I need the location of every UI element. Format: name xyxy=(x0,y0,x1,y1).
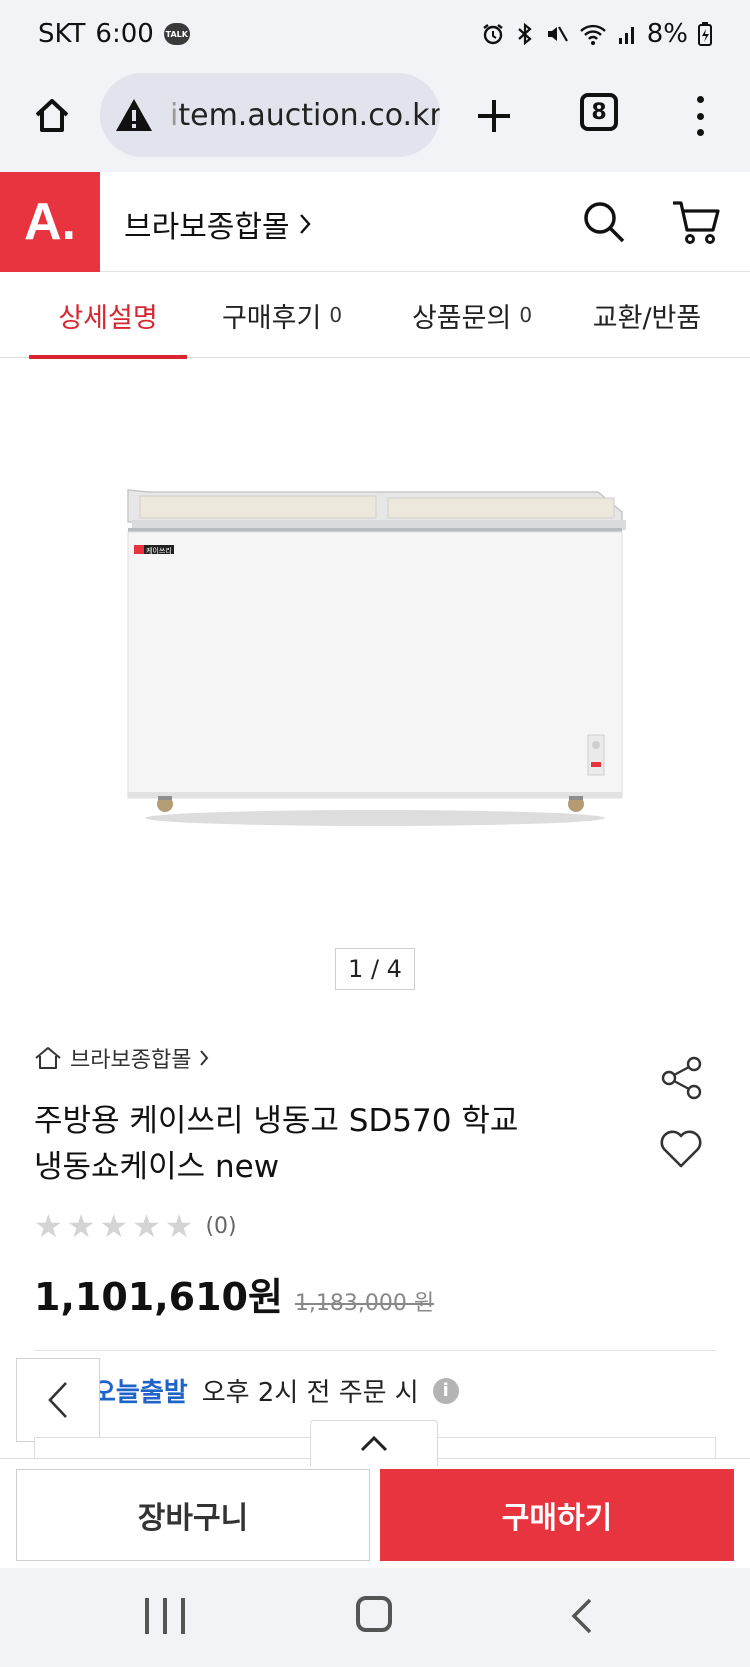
tab-label: 구매후기 xyxy=(221,302,322,334)
tab-qna[interactable]: 상품문의 0 xyxy=(377,272,567,358)
url-text[interactable]: item.auction.co.kr xyxy=(170,98,440,133)
product-title-line: 주방용 케이쓰리 냉동고 SD570 학교 xyxy=(34,1103,519,1139)
store-breadcrumb[interactable]: 브라보종합몰 xyxy=(34,1042,209,1074)
browser-home-button[interactable] xyxy=(24,88,80,144)
back-nav-icon[interactable] xyxy=(568,1596,598,1636)
carrier: SKT xyxy=(38,19,86,49)
expand-options-handle[interactable] xyxy=(310,1420,438,1466)
shipping-condition: 오후 2시 전 주문 시 xyxy=(201,1378,419,1408)
kakaotalk-notification-icon: TALK xyxy=(163,23,190,45)
store-name: 브라보종합몰 xyxy=(124,210,290,245)
battery-charging-icon xyxy=(698,22,712,46)
wifi-icon xyxy=(579,24,606,45)
store-link[interactable]: 브라보종합몰 xyxy=(124,202,312,246)
home-nav-icon[interactable] xyxy=(356,1596,392,1632)
cart-icon[interactable] xyxy=(670,198,722,246)
price-row: 1,101,610원 1,183,000 원 xyxy=(34,1266,434,1321)
battery-percent: 8% xyxy=(646,19,688,49)
bluetooth-icon xyxy=(518,22,532,46)
product-tabs: 상세설명 구매후기 0 상품문의 0 교환/반품 xyxy=(0,272,750,359)
auction-logo[interactable]: A. xyxy=(0,172,100,272)
tab-label: 상품문의 xyxy=(411,302,512,334)
rating: ★ ★ ★ ★ ★ (0) xyxy=(34,1210,237,1242)
more-menu-icon[interactable] xyxy=(680,92,720,140)
divider xyxy=(34,1350,716,1351)
signal-icon xyxy=(618,27,634,44)
star-icon: ★ xyxy=(34,1207,63,1245)
info-icon[interactable]: i xyxy=(432,1377,459,1404)
gallery-page-indicator: 1 / 4 xyxy=(335,948,415,990)
chevron-right-icon xyxy=(299,214,311,234)
search-icon[interactable] xyxy=(580,198,628,246)
mute-icon xyxy=(547,26,568,42)
system-nav-bar xyxy=(0,1568,750,1667)
chevron-right-icon xyxy=(200,1050,209,1066)
url-domain: tem.auction.co.kr xyxy=(178,97,440,133)
tab-label: 교환/반품 xyxy=(592,302,702,334)
star-icon: ★ xyxy=(164,1207,194,1245)
tab-label: 상세설명 xyxy=(58,302,158,334)
tab-count: 0 xyxy=(519,303,533,327)
star-icon: ★ xyxy=(99,1207,129,1245)
today-shipping-label: 오늘출발 xyxy=(92,1378,188,1408)
share-icon[interactable] xyxy=(660,1056,704,1100)
clock: 6:00 xyxy=(95,19,154,49)
address-bar[interactable]: item.auction.co.kr xyxy=(100,73,440,157)
star-icon: ★ xyxy=(132,1207,161,1245)
chevron-up-icon xyxy=(360,1435,388,1451)
product-title: 주방용 케이쓰리 냉동고 SD570 학교 냉동쇼케이스 new xyxy=(34,1098,594,1190)
original-price: 1,183,000 원 xyxy=(294,1291,435,1316)
heart-wishlist-icon[interactable] xyxy=(658,1128,704,1170)
tab-detail[interactable]: 상세설명 xyxy=(29,272,187,359)
shipping-info: 오늘출발 오후 2시 전 주문 시 i xyxy=(92,1372,459,1409)
alarm-icon xyxy=(483,24,503,45)
back-button[interactable] xyxy=(16,1358,100,1442)
add-to-cart-button[interactable]: 장바구니 xyxy=(16,1469,370,1561)
tab-reviews[interactable]: 구매후기 0 xyxy=(187,272,377,358)
tab-count: 0 xyxy=(329,303,343,327)
breadcrumb-store-name: 브라보종합몰 xyxy=(70,1048,192,1073)
bottom-action-bar: 장바구니 구매하기 xyxy=(0,1458,750,1568)
tab-exchange-return[interactable]: 교환/반품 xyxy=(567,272,727,358)
warning-icon[interactable] xyxy=(114,95,154,135)
store-home-icon xyxy=(35,1047,61,1069)
chevron-left-icon xyxy=(48,1382,67,1418)
new-tab-plus-icon[interactable] xyxy=(468,90,520,142)
product-brand-label: 케이쓰리 xyxy=(146,546,172,555)
home-icon xyxy=(35,99,69,132)
sale-price: 1,101,610원 xyxy=(34,1275,283,1319)
product-image-freezer[interactable]: 케이쓰리 xyxy=(0,400,750,870)
product-title-line: 냉동쇼케이스 new xyxy=(34,1149,280,1185)
review-count[interactable]: (0) xyxy=(205,1214,236,1239)
browser-toolbar: item.auction.co.kr 8 xyxy=(0,68,750,172)
site-header: A. 브라보종합몰 xyxy=(0,172,750,272)
recent-apps-icon[interactable] xyxy=(145,1598,185,1636)
buy-now-button[interactable]: 구매하기 xyxy=(380,1469,734,1561)
status-bar: SKT 6:00 TALK 8% xyxy=(0,0,750,68)
tab-switcher-button[interactable]: 8 xyxy=(580,93,618,131)
star-icon: ★ xyxy=(66,1207,96,1245)
